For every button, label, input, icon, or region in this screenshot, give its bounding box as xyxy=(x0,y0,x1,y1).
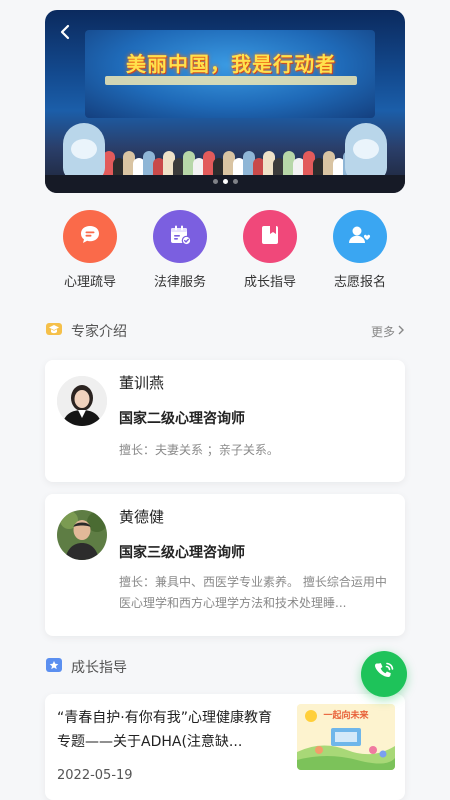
quick-item-legal[interactable]: 法律服务 xyxy=(135,210,225,290)
quick-item-label: 成长指导 xyxy=(243,275,296,290)
expert-role: 国家三级心理咨询师 xyxy=(119,545,245,561)
expert-card[interactable]: 黄德健 国家三级心理咨询师 擅长：兼具中、西医学专业素养。 擅长综合运用中医心理… xyxy=(45,494,405,636)
quick-item-label: 法律服务 xyxy=(153,275,206,290)
banner-stage-floor xyxy=(45,175,405,193)
article-date: 2022-05-19 xyxy=(57,768,133,783)
banner-carousel[interactable]: 美丽中国，我是行动者 xyxy=(45,10,405,193)
carousel-dot[interactable] xyxy=(222,179,228,184)
quick-item-circle xyxy=(153,210,207,263)
quick-item-circle xyxy=(63,210,117,263)
experts-section-icon xyxy=(45,321,63,341)
more-link-label: 更多 xyxy=(370,324,395,339)
quick-item-circle xyxy=(243,210,297,263)
chevron-right-icon xyxy=(397,324,405,338)
banner-mascot-right xyxy=(345,123,387,181)
article-thumbnail: 一起向未来 xyxy=(297,704,395,770)
carousel-dot[interactable] xyxy=(232,179,238,184)
banner-headline: 美丽中国，我是行动者 xyxy=(126,52,336,76)
expert-name: 黄德健 xyxy=(119,508,165,526)
quick-item-volunteer[interactable]: 志愿报名 xyxy=(315,210,405,290)
quick-item-circle xyxy=(333,210,387,263)
experts-section-title: 专家介绍 xyxy=(71,324,127,340)
expert-avatar xyxy=(57,376,107,426)
user-heart-icon xyxy=(346,222,374,252)
carousel-dot[interactable] xyxy=(212,179,218,184)
expert-description: 擅长：兼具中、西医学专业素养。 擅长综合运用中医心理学和西方心理学方法和技术处理… xyxy=(119,575,387,610)
quick-menu: 心理疏导 法律服务 成长指导 志愿报名 xyxy=(45,210,405,290)
call-button[interactable] xyxy=(361,651,407,697)
calendar-check-icon xyxy=(167,222,193,252)
more-experts-link[interactable]: 更多 xyxy=(371,323,405,340)
quick-item-growth[interactable]: 成长指导 xyxy=(225,210,315,290)
growth-section-title: 成长指导 xyxy=(71,660,127,676)
quick-item-label: 志愿报名 xyxy=(333,275,386,290)
banner-mascot-left xyxy=(63,123,105,181)
banner-subline xyxy=(105,76,357,85)
carousel-dots xyxy=(45,179,405,184)
bookmark-book-icon xyxy=(257,222,283,252)
phone-icon xyxy=(372,660,396,688)
article-card[interactable]: “青春自护·有你有我”心理健康教育专题——关于ADHA(注意缺... 2022-… xyxy=(45,694,405,800)
growth-section-icon xyxy=(45,657,63,677)
experts-section-header: 专家介绍 更多 xyxy=(45,320,405,342)
quick-item-counseling[interactable]: 心理疏导 xyxy=(45,210,135,290)
quick-item-label: 心理疏导 xyxy=(63,275,116,290)
chat-bubble-icon xyxy=(77,222,103,252)
growth-section-header: 成长指导 xyxy=(45,656,405,678)
expert-card[interactable]: 董训燕 国家二级心理咨询师 擅长：夫妻关系 ；亲子关系。 xyxy=(45,360,405,482)
expert-role: 国家二级心理咨询师 xyxy=(119,411,245,427)
back-arrow-icon[interactable] xyxy=(51,18,79,46)
expert-name: 董训燕 xyxy=(119,374,165,392)
article-thumbnail-caption: 一起向未来 xyxy=(323,711,369,721)
article-title: “青春自护·有你有我”心理健康教育专题——关于ADHA(注意缺... xyxy=(57,710,272,750)
expert-description: 擅长：夫妻关系 ；亲子关系。 xyxy=(119,443,279,457)
expert-avatar xyxy=(57,510,107,560)
